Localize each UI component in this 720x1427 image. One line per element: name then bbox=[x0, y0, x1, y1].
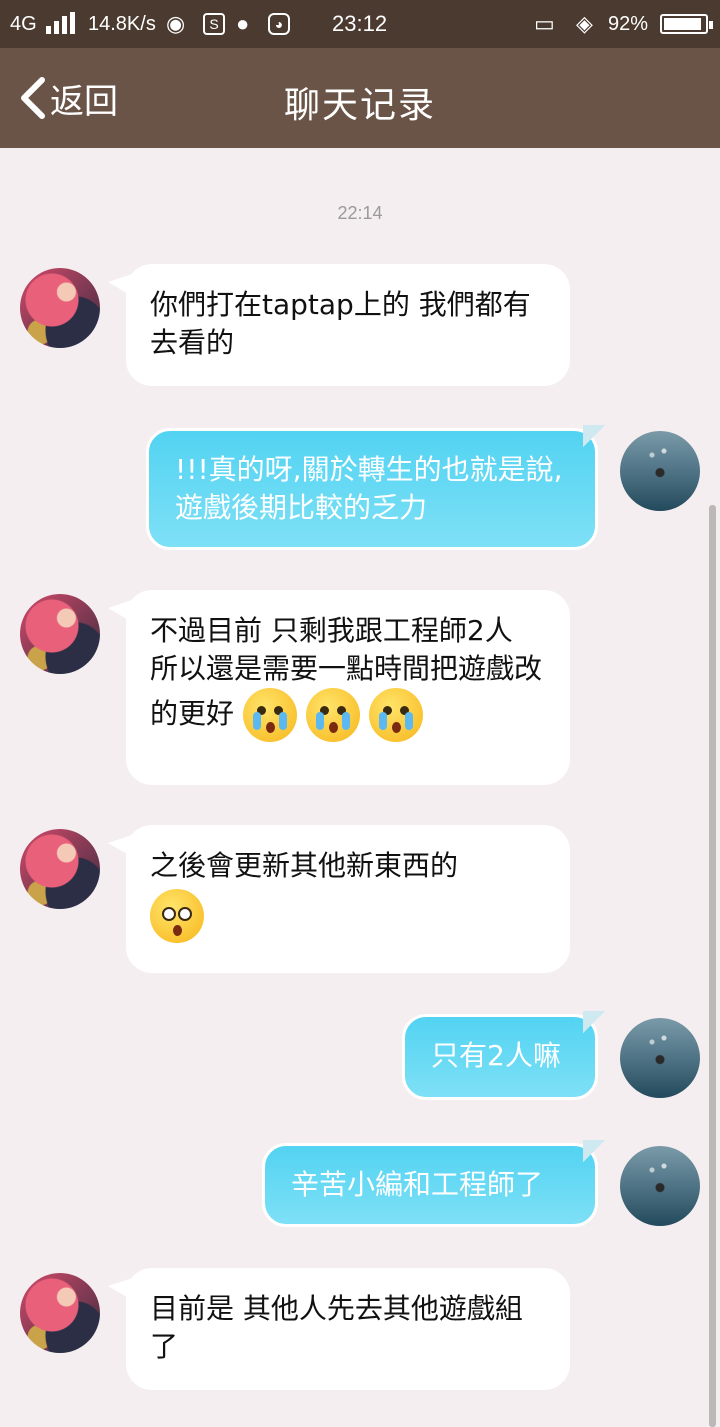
message-bubble[interactable]: 目前是 其他人先去其他遊戲組了 bbox=[108, 1268, 570, 1390]
header-bar: 返回 聊天记录 bbox=[0, 48, 720, 148]
message-text: 之後會更新其他新東西的 bbox=[150, 849, 459, 882]
crying-face-icon bbox=[305, 688, 360, 742]
avatar[interactable] bbox=[20, 829, 100, 909]
app-icon: ◕ bbox=[268, 13, 290, 35]
status-bar: 4G 14.8K/s ◉ S ● ◕ 23:12 ▭ ◈ 92% bbox=[0, 0, 720, 48]
crying-face-icon bbox=[368, 688, 423, 742]
network-speed: 14.8K/s bbox=[88, 13, 156, 35]
wifi-icon: ◈ bbox=[576, 11, 593, 36]
message-bubble[interactable]: 辛苦小編和工程師了 bbox=[262, 1140, 605, 1227]
avatar[interactable] bbox=[620, 1018, 700, 1098]
crying-face-icon bbox=[242, 688, 297, 742]
battery-icon bbox=[660, 14, 713, 34]
message-bubble[interactable]: !!!真的呀,關於轉生的也就是說,遊戲後期比較的乏力 bbox=[146, 425, 605, 550]
avatar[interactable] bbox=[20, 1273, 100, 1353]
avatar[interactable] bbox=[20, 594, 100, 674]
message-bubble[interactable]: 只有2人嘛 bbox=[402, 1011, 605, 1100]
message-text: 你們打在taptap上的 我們都有去看的 bbox=[150, 288, 531, 359]
scrollbar[interactable] bbox=[709, 505, 716, 1427]
qq-icon: ● bbox=[236, 11, 250, 36]
battery-percent: 92% bbox=[608, 13, 649, 35]
message-bubble[interactable]: 你們打在taptap上的 我們都有去看的 bbox=[108, 264, 570, 386]
vibrate-icon: ▭ bbox=[534, 11, 555, 36]
chat-timestamp: 22:14 bbox=[337, 203, 383, 223]
wechat-icon: ◉ bbox=[166, 11, 186, 36]
signal-icon bbox=[46, 12, 76, 34]
message-bubble[interactable]: 不過目前 只剩我跟工程師2人 所以還是需要一點時間把遊戲改的更好 bbox=[108, 590, 570, 785]
shop-icon: S bbox=[203, 13, 225, 35]
message-text: 只有2人嘛 bbox=[431, 1039, 561, 1072]
surprised-face-icon bbox=[150, 889, 204, 943]
message-text: 辛苦小編和工程師了 bbox=[291, 1168, 544, 1201]
avatar[interactable] bbox=[620, 1146, 700, 1226]
clock: 23:12 bbox=[332, 11, 388, 36]
network-type: 4G bbox=[10, 13, 37, 35]
avatar[interactable] bbox=[20, 268, 100, 348]
message-bubble[interactable]: 之後會更新其他新東西的 bbox=[108, 825, 570, 973]
avatar[interactable] bbox=[620, 431, 700, 511]
message-text: 目前是 其他人先去其他遊戲組了 bbox=[150, 1292, 523, 1363]
message-text: !!!真的呀,關於轉生的也就是說,遊戲後期比較的乏力 bbox=[175, 453, 563, 524]
page-title: 聊天记录 bbox=[283, 85, 436, 126]
